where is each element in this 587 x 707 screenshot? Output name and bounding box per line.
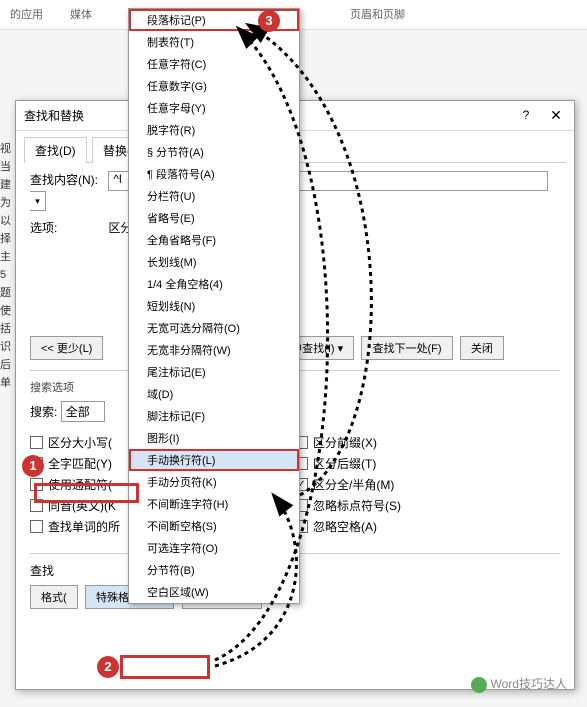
callout-1: 1: [22, 455, 44, 477]
menu-section-break[interactable]: 分节符(B): [129, 559, 299, 581]
checkbox-icon: [30, 478, 43, 491]
left-cut-text: 视当建为以择主5题使括识后单: [0, 140, 14, 392]
checkbox-icon: [30, 436, 43, 449]
find-content-label: 查找内容(N):: [30, 171, 105, 188]
menu-nowidth-nonbreak[interactable]: 无宽非分隔符(W): [129, 339, 299, 361]
menu-field[interactable]: 域(D): [129, 383, 299, 405]
help-icon[interactable]: ?: [516, 105, 536, 125]
wechat-icon: [471, 677, 487, 693]
check-label: 区分后缀(T): [313, 455, 376, 472]
menu-any-char[interactable]: 任意字符(C): [129, 53, 299, 75]
check-ignore-space[interactable]: 忽略空格(A): [295, 518, 560, 535]
checkbox-right-col: 区分前缀(X) 区分后缀(T) 区分全/半角(M) 忽略标点符号(S) 忽略空格…: [295, 430, 560, 539]
check-label: 同音(英文)(K: [48, 497, 116, 514]
menu-footnote[interactable]: 脚注标记(F): [129, 405, 299, 427]
ribbon-label-app: 的应用: [10, 6, 43, 22]
watermark-text: Word技巧达人: [491, 677, 567, 691]
check-ignore-punct[interactable]: 忽略标点符号(S): [295, 497, 560, 514]
menu-tab-char[interactable]: 制表符(T): [129, 31, 299, 53]
menu-ellipsis[interactable]: 省略号(E): [129, 207, 299, 229]
menu-en-dash[interactable]: 短划线(N): [129, 295, 299, 317]
menu-caret[interactable]: 脱字符(R): [129, 119, 299, 141]
menu-column-break[interactable]: 分栏符(U): [129, 185, 299, 207]
menu-manual-line-break[interactable]: 手动换行符(L): [129, 449, 299, 471]
menu-manual-page-break[interactable]: 手动分页符(K): [129, 471, 299, 493]
ribbon-label-media: 媒体: [70, 6, 92, 22]
menu-quarter-em[interactable]: 1/4 全角空格(4): [129, 273, 299, 295]
format-button[interactable]: 格式(: [30, 585, 78, 609]
special-format-menu: 段落标记(P) 制表符(T) 任意字符(C) 任意数字(G) 任意字母(Y) 脱…: [128, 8, 300, 604]
find-next-button[interactable]: 查找下一处(F): [361, 336, 452, 360]
dialog-title-text: 查找和替换: [24, 109, 84, 123]
check-label: 区分全/半角(M): [313, 476, 394, 493]
menu-graphic[interactable]: 图形(I): [129, 427, 299, 449]
less-button[interactable]: << 更少(L): [30, 336, 103, 360]
check-label: 忽略空格(A): [313, 518, 377, 535]
menu-white-space[interactable]: 空白区域(W): [129, 581, 299, 603]
close-button[interactable]: 关闭: [460, 336, 504, 360]
callout-3: 3: [258, 10, 280, 32]
watermark: Word技巧达人: [471, 675, 567, 693]
tab-find[interactable]: 查找(D): [24, 137, 87, 163]
check-label: 查找单词的所: [48, 518, 120, 535]
menu-any-letter[interactable]: 任意字母(Y): [129, 97, 299, 119]
search-direction-select[interactable]: 全部: [61, 401, 105, 422]
check-label: 忽略标点符号(S): [313, 497, 401, 514]
search-direction-label: 搜索:: [30, 405, 57, 419]
check-label: 区分前缀(X): [313, 434, 377, 451]
menu-em-dash[interactable]: 长划线(M): [129, 251, 299, 273]
check-label: 全字匹配(Y): [48, 455, 112, 472]
close-icon[interactable]: ✕: [546, 105, 566, 125]
menu-optional-hyphen[interactable]: 可选连字符(O): [129, 537, 299, 559]
check-label: 使用通配符(: [48, 476, 112, 493]
find-content-dropdown-icon[interactable]: ▾: [30, 191, 46, 211]
options-label: 选项:: [30, 219, 105, 236]
check-suffix[interactable]: 区分后缀(T): [295, 455, 560, 472]
menu-full-ellipsis[interactable]: 全角省略号(F): [129, 229, 299, 251]
menu-nonbreak-hyphen[interactable]: 不间断连字符(H): [129, 493, 299, 515]
ribbon-label-header-footer: 页眉和页脚: [350, 6, 405, 22]
check-prefix[interactable]: 区分前缀(X): [295, 434, 560, 451]
menu-nowidth-optional[interactable]: 无宽可选分隔符(O): [129, 317, 299, 339]
menu-nonbreak-space[interactable]: 不间断空格(S): [129, 515, 299, 537]
callout-2: 2: [97, 656, 119, 678]
menu-endnote[interactable]: 尾注标记(E): [129, 361, 299, 383]
check-full-half[interactable]: 区分全/半角(M): [295, 476, 560, 493]
check-label: 区分大小写(: [48, 434, 112, 451]
checkbox-icon: [30, 520, 43, 533]
menu-any-digit[interactable]: 任意数字(G): [129, 75, 299, 97]
menu-section-char[interactable]: § 分节符(A): [129, 141, 299, 163]
checkbox-icon: [30, 499, 43, 512]
menu-paragraph-char[interactable]: ¶ 段落符号(A): [129, 163, 299, 185]
